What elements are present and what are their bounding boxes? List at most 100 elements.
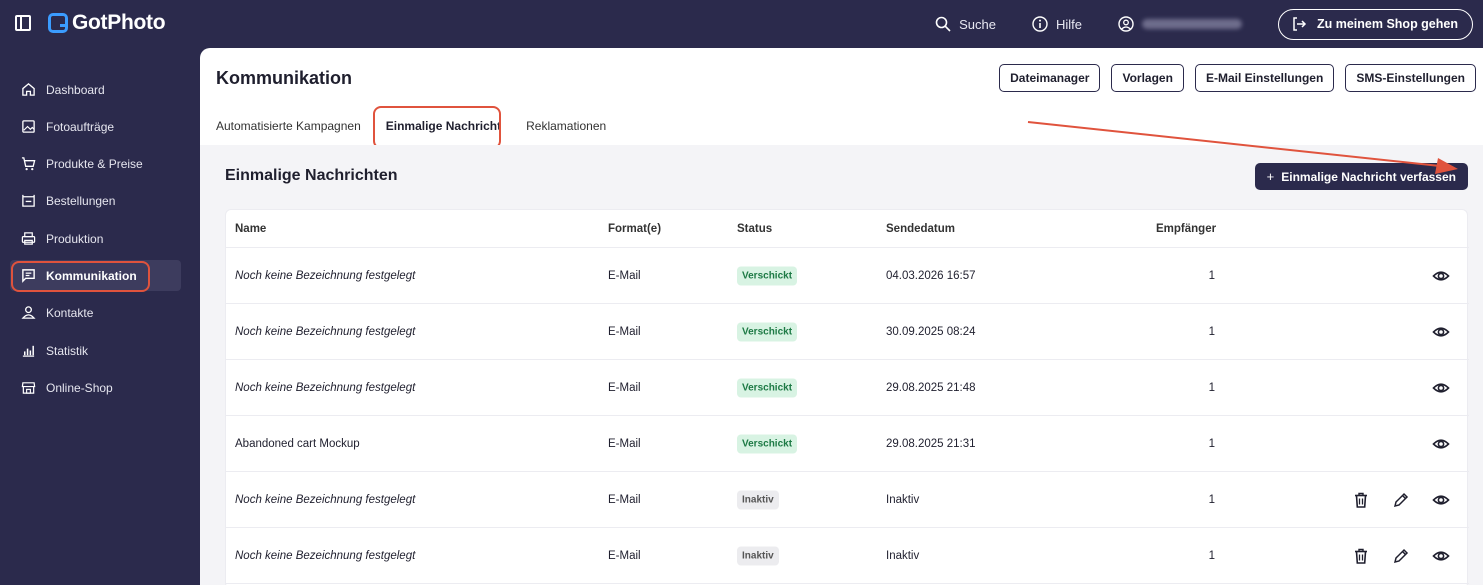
templates-button[interactable]: Vorlagen bbox=[1111, 64, 1184, 92]
sidebar-item-label: Statistik bbox=[46, 343, 89, 358]
view-icon[interactable] bbox=[1432, 435, 1450, 453]
send-date: 30.09.2025 08:24 bbox=[886, 325, 976, 338]
recipient-count: 1 bbox=[1208, 437, 1215, 450]
message-format: E-Mail bbox=[608, 381, 641, 394]
user-icon bbox=[21, 306, 36, 319]
column-header-name[interactable]: Name bbox=[235, 223, 266, 235]
recipient-count: 1 bbox=[1208, 381, 1215, 394]
sidebar-item-kontakte[interactable]: Kontakte bbox=[10, 297, 181, 328]
table-row[interactable]: Noch keine Bezeichnung festgelegt E-Mail V… bbox=[226, 248, 1469, 304]
section-title: Einmalige Nachrichten bbox=[225, 167, 398, 184]
sidebar-item-fotoauftraege[interactable]: Fotoaufträge bbox=[10, 111, 181, 142]
store-icon bbox=[21, 382, 36, 394]
main-panel: Kommunikation Dateimanager Vorlagen E-Ma… bbox=[200, 48, 1483, 585]
column-header-format[interactable]: Format(e) bbox=[608, 223, 661, 235]
send-date: Inaktiv bbox=[886, 549, 920, 562]
table-row[interactable]: Noch keine Bezeichnung festgelegt E-Mail V… bbox=[226, 304, 1469, 360]
printer-icon bbox=[21, 232, 36, 245]
file-manager-button[interactable]: Dateimanager bbox=[999, 64, 1101, 92]
email-settings-button[interactable]: E-Mail Einstellungen bbox=[1194, 64, 1335, 92]
compose-message-button[interactable]: + Einmalige Nachricht verfassen bbox=[1254, 163, 1468, 190]
recipient-count: 1 bbox=[1208, 493, 1215, 506]
logo-mark-icon bbox=[48, 13, 68, 33]
recipient-count: 1 bbox=[1208, 269, 1215, 282]
sidebar-item-label: Online-Shop bbox=[46, 380, 113, 395]
send-date: 29.08.2025 21:48 bbox=[886, 381, 976, 394]
tab-bar: Automatisierte Kampagnen Einmalige Nachr… bbox=[216, 118, 631, 156]
table-row[interactable]: Noch keine Bezeichnung festgelegt E-Mail I… bbox=[226, 528, 1469, 584]
user-menu[interactable] bbox=[1118, 16, 1242, 32]
status-badge: Inaktiv bbox=[737, 546, 779, 565]
sidebar-item-produkte-preise[interactable]: Produkte & Preise bbox=[10, 148, 181, 179]
page-title: Kommunikation bbox=[216, 68, 353, 88]
sidebar-toggle-icon[interactable] bbox=[15, 15, 31, 31]
logout-icon bbox=[1293, 17, 1307, 31]
box-icon bbox=[22, 194, 35, 207]
sidebar-item-online-shop[interactable]: Online-Shop bbox=[10, 372, 181, 403]
status-badge: Verschickt bbox=[737, 378, 798, 397]
sidebar-item-label: Fotoaufträge bbox=[46, 119, 115, 134]
search-label: Suche bbox=[959, 16, 996, 32]
status-badge: Verschickt bbox=[737, 266, 798, 285]
sidebar: Dashboard Fotoaufträge Produkte & Preise… bbox=[0, 48, 200, 585]
message-icon bbox=[22, 269, 35, 283]
sidebar-item-label: Produktion bbox=[46, 231, 104, 246]
sidebar-item-label: Bestellungen bbox=[46, 193, 116, 208]
tab-automated-campaigns[interactable]: Automatisierte Kampagnen bbox=[216, 118, 361, 145]
sidebar-item-kommunikation[interactable]: Kommunikation bbox=[10, 260, 181, 291]
column-header-recipients[interactable]: Empfänger bbox=[1156, 223, 1259, 235]
sidebar-item-label: Kommunikation bbox=[46, 268, 137, 283]
help-link[interactable]: Hilfe bbox=[1032, 16, 1082, 32]
delete-icon[interactable] bbox=[1352, 547, 1370, 565]
view-icon[interactable] bbox=[1432, 491, 1450, 509]
view-icon[interactable] bbox=[1432, 323, 1450, 341]
edit-icon[interactable] bbox=[1392, 547, 1410, 565]
go-to-shop-button[interactable]: Zu meinem Shop gehen bbox=[1278, 8, 1473, 40]
cart-icon bbox=[21, 157, 36, 171]
sidebar-item-label: Kontakte bbox=[46, 305, 94, 320]
header-buttons: Dateimanager Vorlagen E-Mail Einstellung… bbox=[999, 64, 1476, 92]
view-icon[interactable] bbox=[1432, 547, 1450, 565]
sms-settings-button[interactable]: SMS-Einstellungen bbox=[1345, 64, 1476, 92]
message-format: E-Mail bbox=[608, 269, 641, 282]
view-icon[interactable] bbox=[1432, 379, 1450, 397]
sidebar-item-dashboard[interactable]: Dashboard bbox=[10, 74, 181, 105]
user-circle-icon bbox=[1118, 16, 1134, 32]
message-name: Noch keine Bezeichnung festgelegt bbox=[235, 325, 416, 338]
edit-icon[interactable] bbox=[1392, 491, 1410, 509]
message-name: Noch keine Bezeichnung festgelegt bbox=[235, 549, 416, 562]
go-to-shop-label: Zu meinem Shop gehen bbox=[1317, 17, 1458, 31]
send-date: 29.08.2025 21:31 bbox=[886, 437, 976, 450]
sidebar-item-statistik[interactable]: Statistik bbox=[10, 335, 181, 366]
messages-table: Name Format(e) Status Sendedatum Empfäng… bbox=[225, 209, 1469, 585]
chart-icon bbox=[22, 345, 35, 357]
help-label: Hilfe bbox=[1055, 16, 1082, 32]
image-icon bbox=[22, 120, 35, 133]
delete-icon[interactable] bbox=[1352, 491, 1370, 509]
top-actions: Suche Hilfe Zu meinem Shop gehen bbox=[935, 8, 1473, 40]
tab-complaints[interactable]: Reklamationen bbox=[526, 118, 606, 145]
column-header-status[interactable]: Status bbox=[737, 223, 772, 235]
sidebar-item-label: Dashboard bbox=[46, 82, 105, 97]
top-bar: GotPhoto Suche Hilfe Zu meinem Shop gehe… bbox=[0, 0, 1483, 48]
tab-one-time-message[interactable]: Einmalige Nachricht bbox=[385, 118, 502, 156]
search-link[interactable]: Suche bbox=[935, 16, 996, 32]
sidebar-item-label: Produkte & Preise bbox=[46, 156, 143, 171]
sidebar-item-bestellungen[interactable]: Bestellungen bbox=[10, 185, 181, 216]
send-date: 04.03.2026 16:57 bbox=[886, 269, 976, 282]
table-row[interactable]: Noch keine Bezeichnung festgelegt E-Mail V… bbox=[226, 360, 1469, 416]
message-format: E-Mail bbox=[608, 549, 641, 562]
column-header-send-date[interactable]: Sendedatum bbox=[886, 223, 955, 235]
plus-icon: + bbox=[1266, 169, 1275, 184]
message-name: Abandoned cart Mockup bbox=[235, 437, 360, 450]
view-icon[interactable] bbox=[1432, 267, 1450, 285]
home-icon bbox=[22, 83, 35, 96]
search-icon bbox=[935, 16, 951, 32]
table-row[interactable]: Abandoned cart Mockup E-Mail Verschickt 29.… bbox=[226, 416, 1469, 472]
recipient-count: 1 bbox=[1208, 549, 1215, 562]
sidebar-item-produktion[interactable]: Produktion bbox=[10, 223, 181, 254]
logo-text: GotPhoto bbox=[72, 11, 166, 34]
table-row[interactable]: Noch keine Bezeichnung festgelegt E-Mail I… bbox=[226, 472, 1469, 528]
logo[interactable]: GotPhoto bbox=[48, 11, 166, 35]
user-name-blurred bbox=[1142, 19, 1242, 29]
